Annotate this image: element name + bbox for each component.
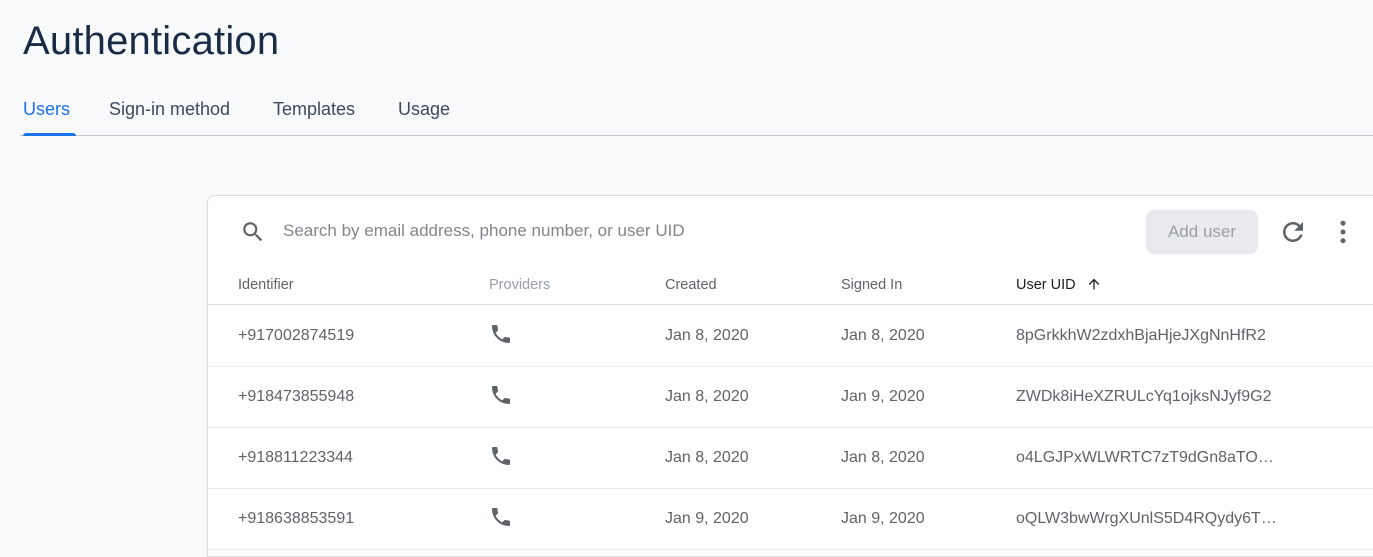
phone-icon — [492, 386, 510, 404]
cell-signed-in: Jan 9, 2020 — [841, 388, 925, 405]
cell-created: Jan 8, 2020 — [665, 327, 749, 344]
tab-usage[interactable]: Usage — [398, 88, 450, 135]
table-row[interactable]: +918473855948 Jan 8, 2020 Jan 9, 2020 ZW… — [208, 366, 1373, 428]
cell-identifier: +918473855948 — [238, 388, 355, 405]
cell-user-uid: 8pGrkkhW2zdxhBjaHjeJXgNnHfR2 — [1016, 327, 1266, 344]
tab-bar: Users Sign-in method Templates Usage — [20, 88, 1373, 136]
more-vert-icon[interactable] — [1333, 217, 1353, 247]
tab-templates-label: Templates — [273, 99, 356, 119]
search-icon — [243, 222, 263, 242]
cell-identifier: +918811223344 — [238, 449, 353, 466]
phone-icon — [492, 325, 510, 343]
column-header-identifier[interactable]: Identifier — [238, 266, 294, 304]
phone-icon — [492, 508, 510, 526]
cell-signed-in: Jan 9, 2020 — [841, 510, 925, 527]
cell-identifier: +918638853591 — [238, 510, 355, 527]
table-toolbar: Add user — [208, 196, 1373, 266]
tab-users-label: Users — [23, 99, 71, 119]
cell-created: Jan 9, 2020 — [665, 510, 749, 527]
arrow-up-icon — [1088, 278, 1099, 290]
tab-sign-in-method-label: Sign-in method — [109, 99, 231, 119]
table-row[interactable]: +917002874519 Jan 8, 2020 Jan 8, 2020 8p… — [208, 305, 1373, 367]
cell-signed-in: Jan 8, 2020 — [841, 327, 925, 344]
cell-user-uid: o4LGJPxWLWRTC7zT9dGn8aTOO… — [1016, 449, 1278, 466]
table-header: Identifier Providers Created Signed In U… — [208, 266, 1373, 305]
tab-users[interactable]: Users — [23, 88, 76, 136]
cell-created: Jan 8, 2020 — [665, 449, 749, 466]
column-header-user-uid[interactable]: User UID — [1016, 266, 1102, 304]
column-header-user-uid-label: User UID — [1016, 277, 1076, 293]
users-table-card: Add user Identifier Providers Created Si… — [207, 195, 1373, 557]
tab-templates[interactable]: Templates — [273, 88, 355, 135]
active-tab-indicator — [23, 133, 76, 136]
table-row[interactable]: +918811223344 Jan 8, 2020 Jan 8, 2020 o4… — [208, 427, 1373, 489]
refresh-icon[interactable] — [1278, 217, 1308, 247]
search-input[interactable] — [283, 216, 903, 246]
cell-signed-in: Jan 8, 2020 — [841, 449, 925, 466]
table-row[interactable]: +918638853591 Jan 9, 2020 Jan 9, 2020 oQ… — [208, 488, 1373, 550]
column-header-signed-in[interactable]: Signed In — [841, 266, 902, 304]
cell-user-uid: oQLW3bwWrgXUnlS5D4RQydy6TQ… — [1016, 510, 1278, 527]
cell-user-uid: ZWDk8iHeXZRULcYq1ojksNJyf9G2 — [1016, 388, 1272, 405]
page-title: Authentication — [23, 19, 280, 63]
column-header-providers: Providers — [489, 277, 551, 293]
phone-icon — [492, 447, 510, 465]
tab-usage-label: Usage — [398, 99, 451, 119]
cell-created: Jan 8, 2020 — [665, 388, 749, 405]
cell-identifier: +917002874519 — [238, 327, 355, 344]
tab-sign-in-method[interactable]: Sign-in method — [109, 88, 230, 135]
add-user-button[interactable]: Add user — [1146, 210, 1258, 254]
column-header-created[interactable]: Created — [665, 266, 717, 304]
